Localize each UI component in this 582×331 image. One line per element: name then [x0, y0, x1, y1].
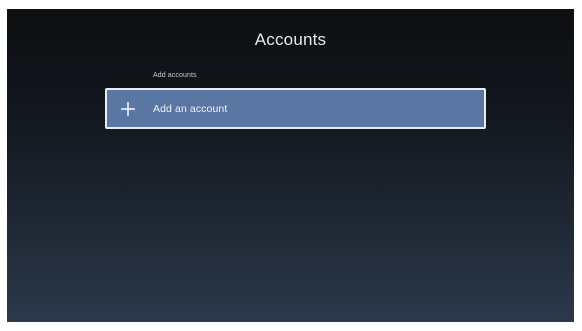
accounts-screen: Accounts Add accounts Add an account — [7, 9, 574, 322]
add-account-button[interactable]: Add an account — [105, 88, 486, 129]
add-account-label: Add an account — [153, 102, 228, 115]
page-title: Accounts — [254, 30, 327, 49]
section-label-add-accounts: Add accounts — [153, 72, 197, 79]
plus-icon — [120, 101, 136, 117]
